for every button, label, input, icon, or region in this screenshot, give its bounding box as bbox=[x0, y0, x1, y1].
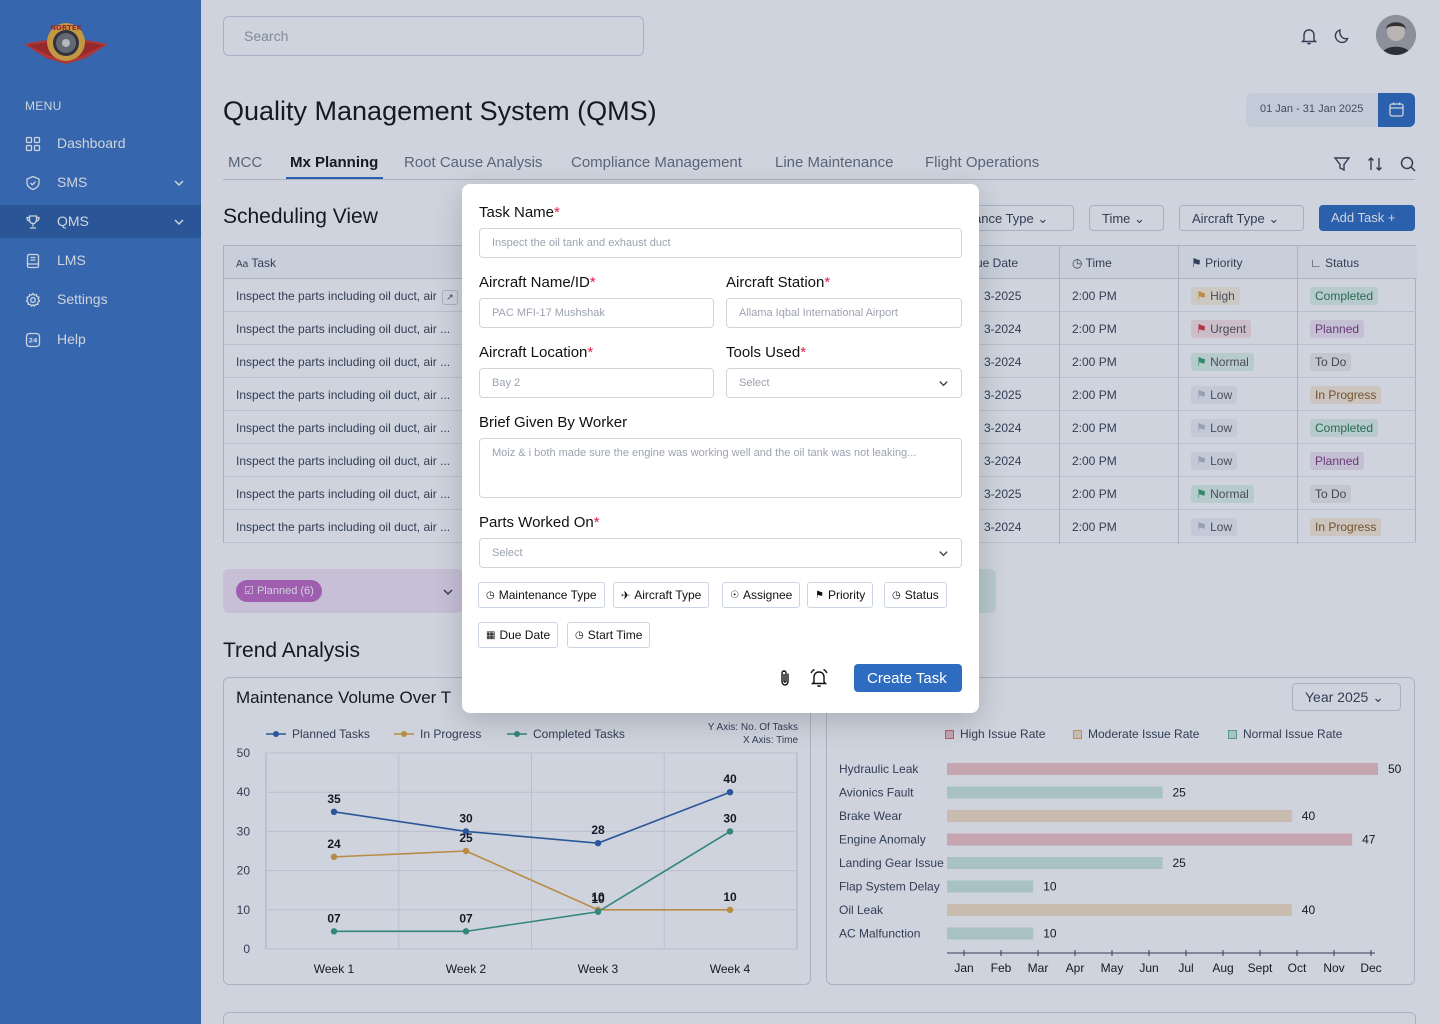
label-text: Aircraft Location bbox=[479, 344, 588, 361]
tag-label: Status bbox=[904, 588, 939, 602]
calendar-icon: ▦ bbox=[486, 629, 496, 641]
tag-maintenance-type-button[interactable]: ◷ Maintenance Type bbox=[478, 582, 605, 608]
plane-icon: ✈ bbox=[621, 589, 631, 602]
task-name-input[interactable]: Inspect the oil tank and exhaust duct bbox=[479, 228, 962, 258]
aircraft-name-label: Aircraft Name/ID* bbox=[479, 274, 596, 291]
label-text: Tools Used bbox=[726, 344, 801, 361]
select-placeholder: Select bbox=[739, 377, 770, 389]
create-task-modal: Task Name* Inspect the oil tank and exha… bbox=[462, 184, 979, 713]
parts-worked-label: Parts Worked On* bbox=[479, 514, 600, 531]
create-task-button[interactable]: Create Task bbox=[854, 664, 962, 692]
flag-icon: ⚑ bbox=[815, 589, 824, 601]
clock-icon: ◷ bbox=[486, 589, 495, 601]
paperclip-icon[interactable] bbox=[775, 668, 795, 688]
tag-label: Maintenance Type bbox=[498, 588, 597, 602]
required-asterisk: * bbox=[824, 274, 831, 291]
label-text: Aircraft Station bbox=[726, 274, 825, 291]
chevron-down-icon bbox=[939, 381, 948, 387]
brief-textarea[interactable]: Moiz & i both made sure the engine was w… bbox=[479, 438, 962, 498]
tag-label: Aircraft Type bbox=[634, 588, 702, 602]
tag-label: Priority bbox=[827, 588, 866, 602]
alarm-bell-icon[interactable] bbox=[808, 667, 830, 689]
label-text: Aircraft Name/ID bbox=[479, 274, 590, 291]
required-asterisk: * bbox=[589, 274, 596, 291]
tools-used-label: Tools Used* bbox=[726, 344, 806, 361]
tag-label: Assignee bbox=[742, 588, 793, 602]
required-asterisk: * bbox=[593, 514, 600, 531]
status-icon: ◷ bbox=[892, 589, 901, 601]
label-text: Parts Worked On bbox=[479, 514, 594, 531]
tools-used-select[interactable]: Select bbox=[726, 368, 962, 398]
tag-priority-button[interactable]: ⚑ Priority bbox=[807, 582, 874, 608]
tag-assignee-button[interactable]: ☉ Assignee bbox=[722, 582, 801, 608]
tag-due-date-button[interactable]: ▦ Due Date bbox=[478, 622, 559, 648]
label-text: Task Name bbox=[479, 204, 555, 221]
brief-label: Brief Given By Worker bbox=[479, 414, 628, 431]
required-asterisk: * bbox=[800, 344, 807, 361]
user-icon: ☉ bbox=[730, 589, 739, 601]
tag-status-button[interactable]: ◷ Status bbox=[884, 582, 947, 608]
aircraft-location-input[interactable]: Bay 2 bbox=[479, 368, 714, 398]
timer-icon: ◷ bbox=[575, 629, 584, 641]
task-name-label: Task Name* bbox=[479, 204, 560, 221]
aircraft-name-input[interactable]: PAC MFI-17 Mushshak bbox=[479, 298, 714, 328]
parts-worked-select[interactable]: Select bbox=[479, 538, 962, 568]
aircraft-station-label: Aircraft Station* bbox=[726, 274, 830, 291]
aircraft-location-label: Aircraft Location* bbox=[479, 344, 593, 361]
aircraft-station-input[interactable]: Allama Iqbal International Airport bbox=[726, 298, 962, 328]
tag-label: Due Date bbox=[499, 628, 551, 642]
select-placeholder: Select bbox=[492, 547, 523, 559]
tag-start-time-button[interactable]: ◷ Start Time bbox=[567, 622, 651, 648]
tag-label: Start Time bbox=[587, 628, 643, 642]
chevron-down-icon bbox=[939, 551, 948, 557]
required-asterisk: * bbox=[587, 344, 594, 361]
tag-aircraft-type-button[interactable]: ✈ Aircraft Type bbox=[613, 582, 710, 608]
required-asterisk: * bbox=[554, 204, 560, 221]
